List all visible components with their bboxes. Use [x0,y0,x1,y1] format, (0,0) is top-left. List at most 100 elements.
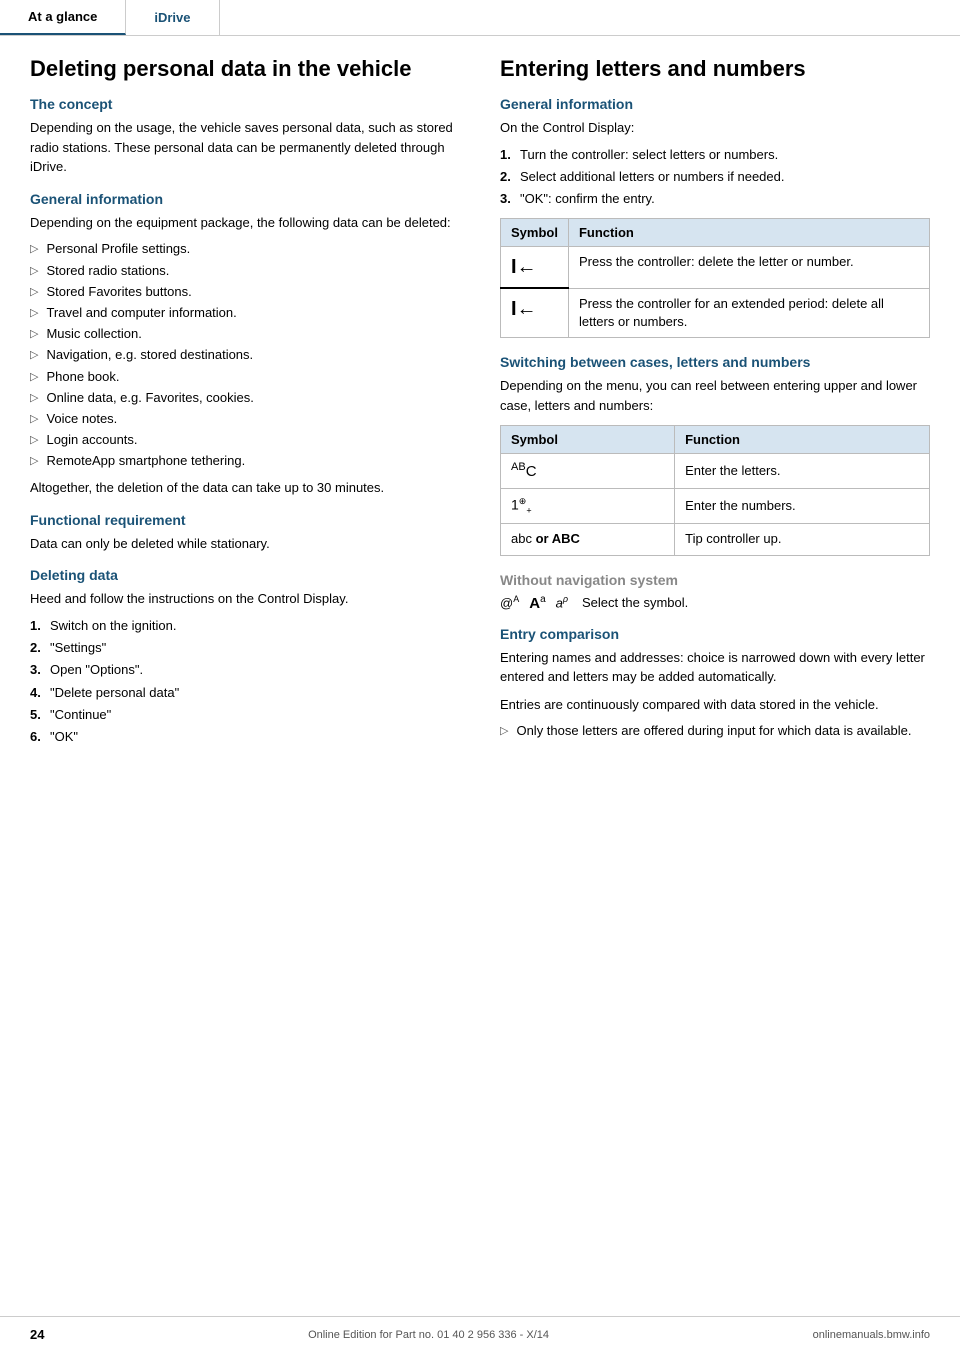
footer-watermark: onlinemanuals.bmw.info [813,1329,930,1341]
list-item: ▷RemoteApp smartphone tethering. [30,452,460,470]
step-num: 6. [30,728,50,746]
sym-table2-col2: Function [675,426,930,454]
general-info-body: Depending on the equipment package, the … [30,213,460,233]
step-item: 1.Switch on the ignition. [30,617,460,635]
nav-tab-idrive-label: iDrive [154,10,190,25]
bullet-arrow-icon: ▷ [30,348,38,363]
nav-tab-at-a-glance-label: At a glance [28,9,97,24]
list-item: ▷ Music collection. [30,325,460,343]
list-item-text: Music collection. [46,325,141,343]
right-column: Entering letters and numbers General inf… [500,56,930,754]
list-item: ▷ Travel and computer information. [30,304,460,322]
step-item: 1.Turn the controller: select letters or… [500,146,930,164]
list-item-text: Online data, e.g. Favorites, cookies. [46,389,253,407]
step-item: 4."Delete personal data" [30,684,460,702]
functional-req-body: Data can only be deleted while stationar… [30,534,460,554]
step-num: 5. [30,706,50,724]
step-text: Open "Options". [50,661,143,679]
list-item: ▷Stored Favorites buttons. [30,283,460,301]
sym-function-cell: Press the controller for an extended per… [568,288,929,337]
sym2-cell: abc or ABC [501,524,675,555]
sym-cell: I← [501,288,569,337]
bullet-arrow-icon: ▷ [30,264,38,279]
step-item: 3."OK": confirm the entry. [500,190,930,208]
sym2-cell: 1⊕+ [501,489,675,524]
entry-comparison-heading: Entry comparison [500,626,930,642]
step-num: 1. [500,146,520,164]
right-general-info-heading: General information [500,96,930,112]
deleting-data-steps: 1.Switch on the ignition. 2."Settings" 3… [30,617,460,746]
symbol-table-2: Symbol Function ABC Enter the letters. 1… [500,425,930,555]
bullet-arrow-icon: ▷ [30,391,38,406]
sym-cell: I← [501,247,569,289]
bullet-arrow-icon: ▷ [30,285,38,300]
without-nav-sym3: aρ [556,594,568,610]
step-num: 1. [30,617,50,635]
list-item-text: RemoteApp smartphone tethering. [46,452,245,470]
sym2-function-cell: Tip controller up. [675,524,930,555]
step-text: "OK": confirm the entry. [520,190,655,208]
step-num: 2. [500,168,520,186]
list-item: ▷ Login accounts. [30,431,460,449]
step-text: "Continue" [50,706,111,724]
list-item-text: Login accounts. [46,431,137,449]
bullet-arrow-icon: ▷ [500,724,508,739]
table-row: I← Press the controller: delete the lett… [501,247,930,289]
step-item: 2."Settings" [30,639,460,657]
step-num: 3. [500,190,520,208]
step-item: 3.Open "Options". [30,661,460,679]
list-item: ▷ Phone book. [30,368,460,386]
sym-table1-col2: Function [568,219,929,247]
list-item-text: Navigation, e.g. stored destinations. [46,346,253,364]
without-nav-select-text: Select the symbol. [582,595,688,610]
general-info-list: ▷Personal Profile settings. ▷ Stored radi… [30,240,460,470]
step-num: 3. [30,661,50,679]
bullet-arrow-icon: ▷ [30,306,38,321]
nav-tab-idrive[interactable]: iDrive [126,0,219,35]
list-item: ▷Personal Profile settings. [30,240,460,258]
step-text: "OK" [50,728,78,746]
main-content: Deleting personal data in the vehicle Th… [0,36,960,774]
step-text: "Delete personal data" [50,684,179,702]
switching-heading: Switching between cases, letters and num… [500,354,930,370]
list-item: ▷ Voice notes. [30,410,460,428]
page-footer: 24 Online Edition for Part no. 01 40 2 9… [0,1316,960,1352]
list-item: ▷ Stored radio stations. [30,262,460,280]
symbol-table-1: Symbol Function I← Press the controller:… [500,218,930,338]
table-row: abc or ABC Tip controller up. [501,524,930,555]
without-nav-heading: Without navigation system [500,572,930,588]
right-main-title: Entering letters and numbers [500,56,930,82]
deleting-data-body: Heed and follow the instructions on the … [30,589,460,609]
general-info-footer: Altogether, the deletion of the data can… [30,478,460,498]
list-item: ▷ Online data, e.g. Favorites, cookies. [30,389,460,407]
without-nav-text: @A Aa aρ Select the symbol. [500,594,930,612]
list-item-text: Voice notes. [46,410,117,428]
list-item-text: Stored radio stations. [46,262,169,280]
list-item-text: Only those letters are offered during in… [516,722,911,740]
sym2-cell: ABC [501,454,675,489]
without-nav-sym2: Aa [529,594,545,612]
sym2-function-cell: Enter the numbers. [675,489,930,524]
table-row: 1⊕+ Enter the numbers. [501,489,930,524]
switching-body: Depending on the menu, you can reel betw… [500,376,930,415]
bullet-arrow-icon: ▷ [30,433,38,448]
entry-comparison-body2: Entries are continuously compared with d… [500,695,930,715]
bullet-arrow-icon: ▷ [30,327,38,342]
right-general-info-steps: 1.Turn the controller: select letters or… [500,146,930,209]
footer-copyright: Online Edition for Part no. 01 40 2 956 … [308,1329,549,1341]
bullet-arrow-icon: ▷ [30,242,38,257]
sym2-function-cell: Enter the letters. [675,454,930,489]
list-item: ▷ Only those letters are offered during … [500,722,930,740]
entry-comparison-list: ▷ Only those letters are offered during … [500,722,930,740]
step-text: Switch on the ignition. [50,617,176,635]
step-num: 2. [30,639,50,657]
page-number: 24 [30,1327,44,1342]
bullet-arrow-icon: ▷ [30,370,38,385]
step-text: "Settings" [50,639,106,657]
bullet-arrow-icon: ▷ [30,412,38,427]
list-item-text: Travel and computer information. [46,304,236,322]
list-item-text: Phone book. [46,368,119,386]
concept-body: Depending on the usage, the vehicle save… [30,118,460,177]
functional-req-heading: Functional requirement [30,512,460,528]
nav-tab-at-a-glance[interactable]: At a glance [0,0,126,35]
